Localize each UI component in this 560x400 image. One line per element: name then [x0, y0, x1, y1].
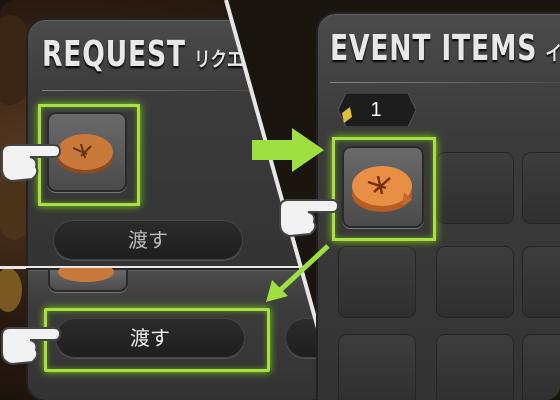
item-count: 1: [370, 99, 382, 121]
inventory-slot[interactable]: [338, 246, 416, 318]
inventory-slot[interactable]: [522, 152, 560, 224]
pointing-hand-icon: [279, 199, 340, 238]
event-items-title-jp: イベントアイテム: [545, 41, 560, 65]
inventory-slot[interactable]: [338, 334, 416, 400]
arrow-right-icon: [252, 128, 324, 172]
inventory-slot[interactable]: [522, 334, 560, 400]
event-items-title: EVENT ITEMS イベントアイテム: [330, 28, 560, 69]
inventory-slot[interactable]: [436, 334, 514, 400]
event-items-divider: [330, 82, 560, 83]
inventory-slot[interactable]: [436, 152, 514, 224]
inventory-slot[interactable]: [436, 246, 514, 318]
event-items-title-text: EVENT ITEMS: [330, 28, 538, 69]
tutorial-stage: REQUEST リクエスト 渡す 渡す EVENT ITEMS 1: [0, 0, 560, 400]
item-count-badge: 1: [336, 93, 416, 127]
arrow-down-left-icon: [266, 244, 330, 302]
inventory-slot[interactable]: [522, 246, 560, 318]
event-item-highlight: [332, 137, 436, 241]
